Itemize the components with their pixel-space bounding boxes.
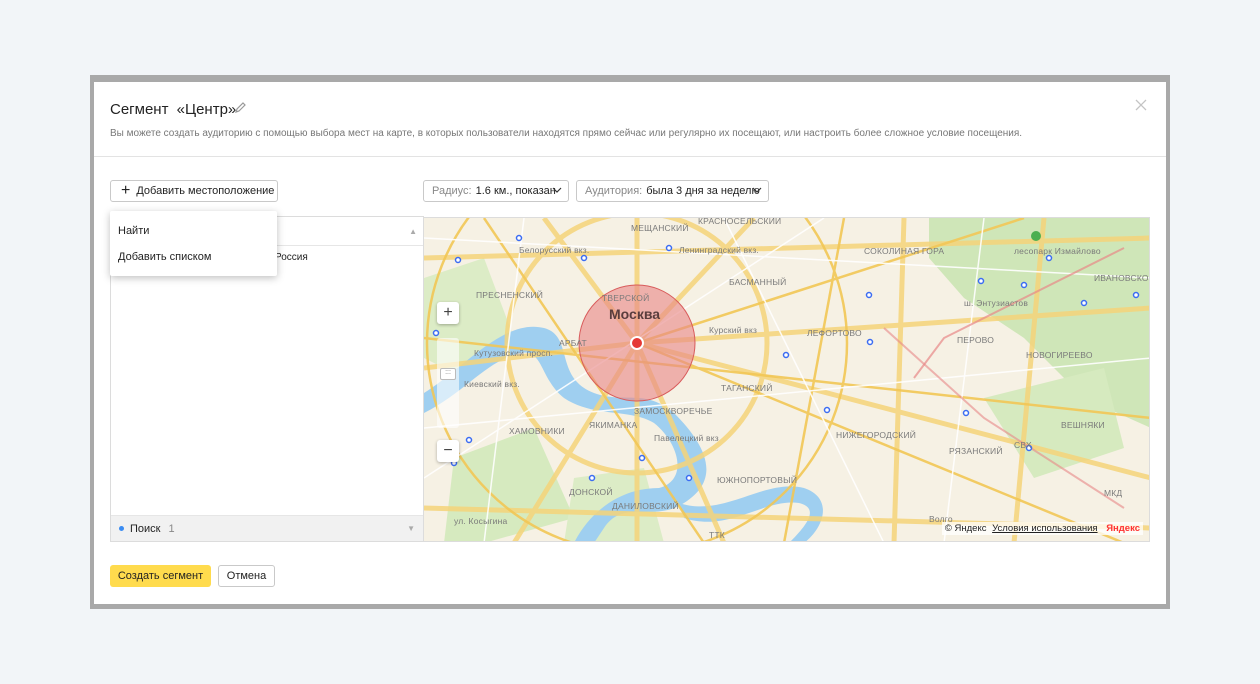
map-label: Белорусский вкз. bbox=[519, 245, 590, 255]
map-label: ДАНИЛОВСКИЙ bbox=[612, 501, 679, 511]
audience-dropdown[interactable]: Аудитория: была 3 дня за неделю bbox=[576, 180, 769, 202]
map-label: СОКОЛИНАЯ ГОРА bbox=[864, 246, 945, 256]
terms-link[interactable]: Условия использования bbox=[992, 523, 1097, 534]
map-label: ВЕШНЯКИ bbox=[1061, 420, 1105, 430]
map-label: НОВОГИРЕЕВО bbox=[1026, 350, 1093, 360]
map-label: ЛЕФОРТОВО bbox=[807, 328, 862, 338]
menu-item-add-list[interactable]: Добавить списком bbox=[118, 251, 211, 263]
map-label: ЮЖНОПОРТОВЫЙ bbox=[717, 475, 798, 485]
map-label: Ленинградский вкз. bbox=[679, 245, 759, 255]
status-dot bbox=[119, 526, 124, 531]
footer-count: 1 bbox=[168, 522, 175, 535]
map-label: ПРЕСНЕНСКИЙ bbox=[476, 290, 544, 300]
zoom-in-button[interactable]: + bbox=[437, 302, 459, 324]
list-item[interactable]: Россия bbox=[275, 252, 308, 263]
radius-label: Радиус: bbox=[432, 185, 472, 197]
map-copyright: © Яндекс Условия использования Яндекс bbox=[941, 522, 1143, 535]
map-label: ТТК bbox=[709, 530, 725, 540]
cancel-button[interactable]: Отмена bbox=[218, 565, 275, 587]
plus-icon: + bbox=[121, 182, 131, 199]
menu-item-find[interactable]: Найти bbox=[118, 225, 149, 237]
map-label: Павелецкий вкз bbox=[654, 433, 719, 443]
segment-name: «Центр» bbox=[176, 101, 237, 118]
audience-label: Аудитория: bbox=[585, 185, 643, 197]
add-location-button[interactable]: + Добавить местоположение bbox=[110, 180, 278, 202]
map-label: ТВЕРСКОЙ bbox=[602, 293, 650, 303]
map-label: ЗАМОСКВОРЕЧЬЕ bbox=[634, 406, 713, 416]
map-label: ИВАНОВСКОЕ bbox=[1094, 273, 1150, 283]
close-icon[interactable] bbox=[1134, 98, 1148, 112]
add-location-label: Добавить местоположение bbox=[136, 185, 275, 197]
dialog-subtitle: Вы можете создать аудиторию с помощью вы… bbox=[110, 128, 1023, 139]
map-label: РЯЗАНСКИЙ bbox=[949, 446, 1003, 456]
zoom-slider[interactable] bbox=[437, 338, 459, 428]
map-label: АРБАТ bbox=[559, 338, 587, 348]
map-label: БАСМАННЫЙ bbox=[729, 277, 787, 287]
map-label: Курский вкз bbox=[709, 325, 758, 335]
scroll-up-icon[interactable]: ▲ bbox=[409, 227, 417, 236]
title-prefix: Сегмент bbox=[110, 101, 169, 118]
map-label: лесопарк Измайлово bbox=[1014, 246, 1101, 256]
map-label: МЕЩАНСКИЙ bbox=[631, 223, 689, 233]
map-label: Киевский вкз. bbox=[464, 379, 520, 389]
header-divider bbox=[94, 156, 1166, 157]
city-label: Москва bbox=[609, 306, 661, 322]
create-segment-button[interactable]: Создать сегмент bbox=[110, 565, 211, 587]
map-label: Кутузовский просп. bbox=[474, 348, 554, 358]
map-label: ш. Энтузиастов bbox=[964, 298, 1029, 308]
map-label: ХАМОВНИКИ bbox=[509, 426, 565, 436]
scroll-down-icon[interactable]: ▼ bbox=[407, 524, 415, 533]
map-label: ЯКИМАНКА bbox=[589, 420, 638, 430]
copyright-text: © Яндекс bbox=[944, 523, 987, 534]
segment-dialog: Сегмент «Центр» Вы можете создать аудито… bbox=[94, 82, 1166, 604]
radius-value: 1.6 км., показан bbox=[475, 185, 556, 197]
map[interactable]: МЕЩАНСКИЙ КРАСНОСЕЛЬСКИЙ Белорусский вкз… bbox=[423, 217, 1150, 542]
map-label: НИЖЕГОРОДСКИЙ bbox=[836, 430, 917, 440]
add-location-menu: Найти Добавить списком bbox=[110, 211, 277, 276]
footer-label: Поиск bbox=[130, 522, 161, 535]
map-label: ул. Косыгина bbox=[454, 516, 508, 526]
list-footer[interactable]: Поиск 1 ▼ bbox=[111, 515, 423, 541]
map-label: СВХ bbox=[1014, 440, 1032, 450]
chevron-down-icon bbox=[552, 187, 562, 193]
map-label: КРАСНОСЕЛЬСКИЙ bbox=[698, 217, 782, 226]
map-label: ДОНСКОЙ bbox=[569, 487, 613, 497]
radius-dropdown[interactable]: Радиус: 1.6 км., показан bbox=[423, 180, 569, 202]
audience-value: была 3 дня за неделю bbox=[646, 185, 760, 197]
map-label: ТАГАНСКИЙ bbox=[721, 383, 773, 393]
dialog-title: Сегмент «Центр» bbox=[110, 101, 236, 118]
yandex-logo[interactable]: Яндекс bbox=[1106, 523, 1140, 534]
zoom-out-button[interactable]: − bbox=[437, 440, 459, 462]
chevron-down-icon bbox=[752, 187, 762, 193]
zoom-handle[interactable]: ::: bbox=[440, 368, 456, 380]
map-background bbox=[424, 218, 1149, 541]
pencil-icon[interactable] bbox=[234, 101, 246, 115]
map-label: МКД bbox=[1104, 488, 1123, 498]
map-label: ПЕРОВО bbox=[957, 335, 995, 345]
